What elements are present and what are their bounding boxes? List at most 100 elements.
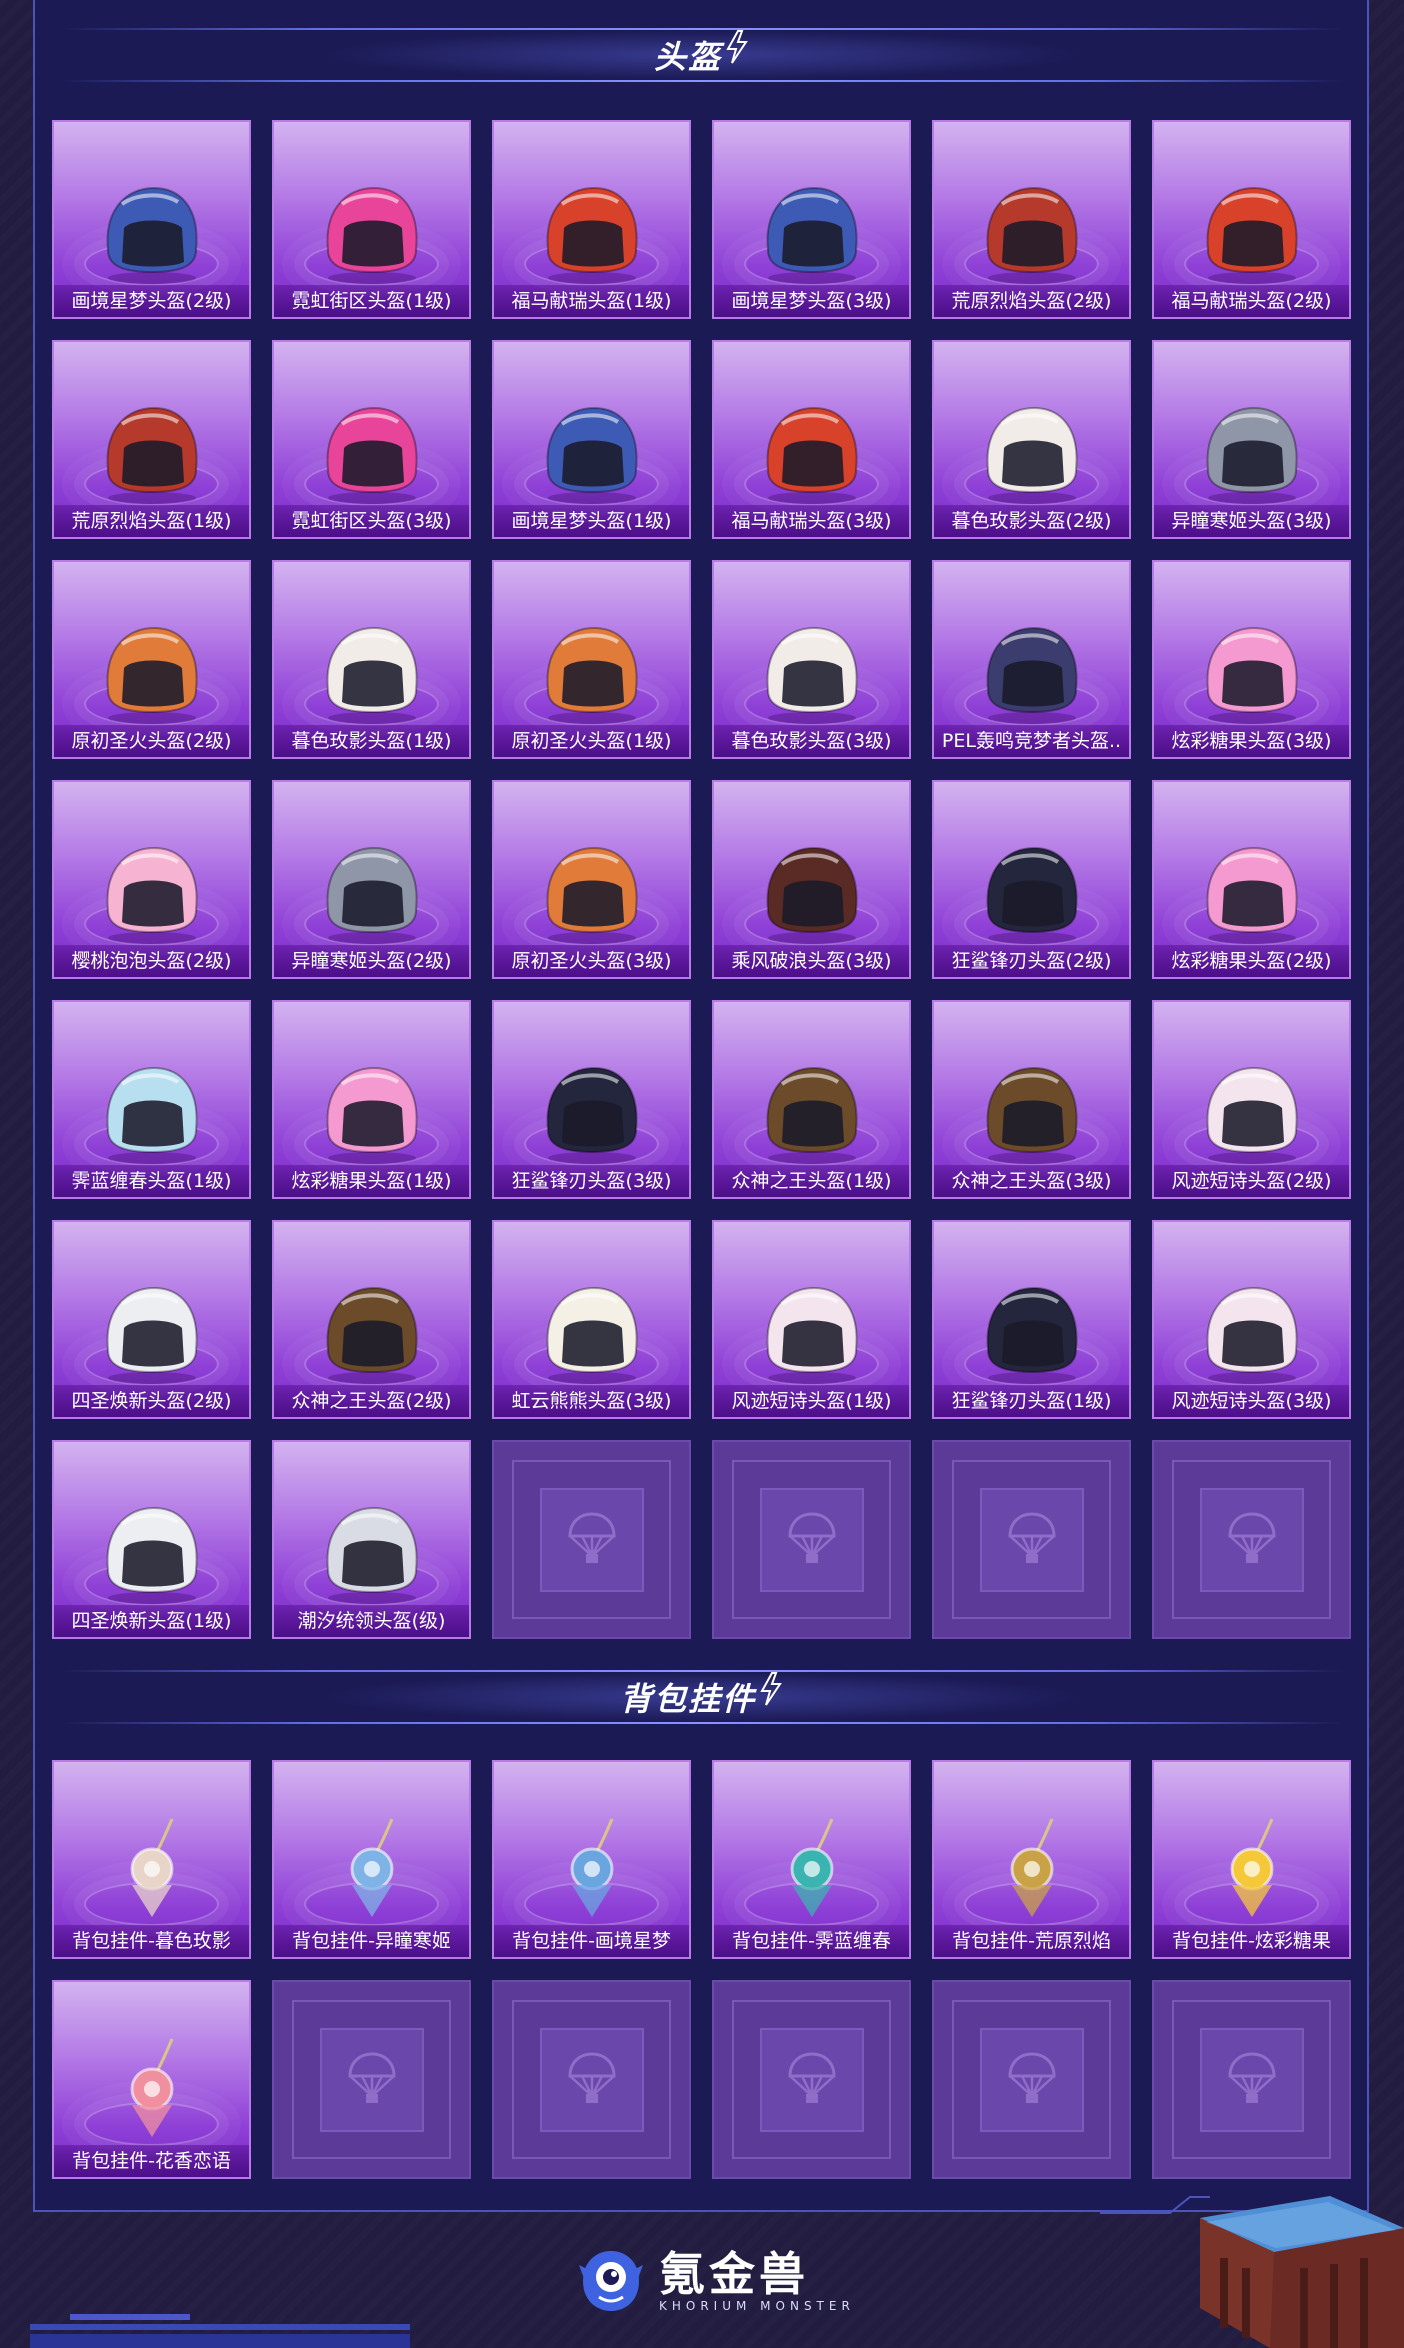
pendant-item-card[interactable]: 背包挂件-画境星梦 bbox=[492, 1760, 691, 1959]
item-name-label: 背包挂件-异瞳寒姬 bbox=[274, 1925, 469, 1957]
pendant-item-card[interactable]: 背包挂件-霁蓝缠春 bbox=[712, 1760, 911, 1959]
helmet-item-card[interactable]: 众神之王头盔(3级) bbox=[932, 1000, 1131, 1199]
helmet-icon bbox=[972, 398, 1092, 512]
helmet-item-card[interactable]: 风迹短诗头盔(2级) bbox=[1152, 1000, 1351, 1199]
airdrop-parachute-icon bbox=[564, 2050, 620, 2110]
monster-mascot-icon bbox=[579, 2251, 643, 2311]
helmet-item-card[interactable]: 荒原烈焰头盔(2级) bbox=[932, 120, 1131, 319]
lightning-icon bbox=[726, 30, 748, 64]
helmet-item-card[interactable]: 乘风破浪头盔(3级) bbox=[712, 780, 911, 979]
airdrop-parachute-icon bbox=[564, 1510, 620, 1570]
helmet-item-card[interactable]: 狂鲨锋刃头盔(2级) bbox=[932, 780, 1131, 979]
helmet-item-card[interactable]: 虹云熊熊头盔(3级) bbox=[492, 1220, 691, 1419]
item-name-label: 四圣焕新头盔(1级) bbox=[54, 1605, 249, 1637]
helmet-item-card[interactable]: 暮色玫影头盔(2级) bbox=[932, 340, 1131, 539]
brand-logo[interactable]: 氪金兽 KHORIUM MONSTER bbox=[575, 2245, 855, 2317]
helmet-item-card[interactable]: 福马献瑞头盔(2级) bbox=[1152, 120, 1351, 319]
helmet-icon bbox=[752, 838, 872, 952]
helmet-item-card[interactable]: 原初圣火头盔(2级) bbox=[52, 560, 251, 759]
helmet-item-card[interactable]: 荒原烈焰头盔(1级) bbox=[52, 340, 251, 539]
helmet-item-card[interactable]: 众神之王头盔(1级) bbox=[712, 1000, 911, 1199]
pendant-item-card[interactable]: 背包挂件-暮色玫影 bbox=[52, 1760, 251, 1959]
helmet-item-card[interactable]: 异瞳寒姬头盔(3级) bbox=[1152, 340, 1351, 539]
helmet-icon bbox=[92, 178, 212, 292]
helmet-icon bbox=[312, 618, 432, 732]
item-name-label: PEL轰鸣竞梦者头盔.. bbox=[934, 725, 1129, 757]
helmet-icon bbox=[312, 838, 432, 952]
helmet-item-card[interactable]: 炫彩糖果头盔(2级) bbox=[1152, 780, 1351, 979]
pendant-item-card[interactable]: 背包挂件-炫彩糖果 bbox=[1152, 1760, 1351, 1959]
item-name-label: 众神之王头盔(3级) bbox=[934, 1165, 1129, 1197]
helmet-item-card[interactable]: 画境星梦头盔(3级) bbox=[712, 120, 911, 319]
helmet-icon bbox=[532, 178, 652, 292]
item-name-label: 异瞳寒姬头盔(3级) bbox=[1154, 505, 1349, 537]
header-divider bbox=[60, 1722, 1344, 1724]
helmet-icon bbox=[1192, 838, 1312, 952]
item-name-label: 樱桃泡泡头盔(2级) bbox=[54, 945, 249, 977]
helmet-item-card[interactable]: 众神之王头盔(2级) bbox=[272, 1220, 471, 1419]
helmet-icon bbox=[312, 1498, 432, 1612]
helmet-item-card[interactable]: 暮色玫影头盔(1级) bbox=[272, 560, 471, 759]
helmet-item-card[interactable]: 福马献瑞头盔(3级) bbox=[712, 340, 911, 539]
backpack-pendant-icon bbox=[92, 1813, 212, 1937]
backpack-pendant-icon bbox=[972, 1813, 1092, 1937]
backpack-pendant-icon bbox=[532, 1813, 652, 1937]
helmet-item-card[interactable]: 风迹短诗头盔(1级) bbox=[712, 1220, 911, 1419]
backpack-pendant-icon bbox=[92, 2033, 212, 2157]
item-name-label: 暮色玫影头盔(3级) bbox=[714, 725, 909, 757]
backpack-pendant-icon bbox=[752, 1813, 872, 1937]
helmet-item-card[interactable]: 霓虹街区头盔(3级) bbox=[272, 340, 471, 539]
helmet-item-card[interactable]: 暮色玫影头盔(3级) bbox=[712, 560, 911, 759]
helmet-item-card[interactable]: 福马献瑞头盔(1级) bbox=[492, 120, 691, 319]
airdrop-parachute-icon bbox=[784, 1510, 840, 1570]
pendant-item-card[interactable]: 背包挂件-花香恋语 bbox=[52, 1980, 251, 2179]
helmet-item-card[interactable]: 原初圣火头盔(1级) bbox=[492, 560, 691, 759]
airdrop-parachute-icon bbox=[784, 2050, 840, 2110]
airdrop-parachute-icon bbox=[1224, 1510, 1280, 1570]
item-name-label: 众神之王头盔(1级) bbox=[714, 1165, 909, 1197]
helmet-item-card[interactable]: 炫彩糖果头盔(3级) bbox=[1152, 560, 1351, 759]
item-name-label: 虹云熊熊头盔(3级) bbox=[494, 1385, 689, 1417]
helmet-item-card[interactable]: 画境星梦头盔(1级) bbox=[492, 340, 691, 539]
helmet-item-card[interactable]: 异瞳寒姬头盔(2级) bbox=[272, 780, 471, 979]
helmet-item-card[interactable]: 潮汐统领头盔(级) bbox=[272, 1440, 471, 1639]
pendant-section-header: 背包挂件 bbox=[60, 1666, 1344, 1728]
item-name-label: 风迹短诗头盔(1级) bbox=[714, 1385, 909, 1417]
item-name-label: 原初圣火头盔(3级) bbox=[494, 945, 689, 977]
helmet-item-card[interactable]: 樱桃泡泡头盔(2级) bbox=[52, 780, 251, 979]
item-name-label: 炫彩糖果头盔(1级) bbox=[274, 1165, 469, 1197]
pendant-grid: 背包挂件-暮色玫影 背包挂件-异瞳寒姬 背包挂件-画境星梦 背包挂件-霁蓝缠春 背包挂件… bbox=[52, 1760, 1351, 2179]
pendant-item-card[interactable]: 背包挂件-异瞳寒姬 bbox=[272, 1760, 471, 1959]
brand-name-cn: 氪金兽 bbox=[659, 2247, 809, 2301]
helmet-icon bbox=[532, 1058, 652, 1172]
item-name-label: 霓虹街区头盔(1级) bbox=[274, 285, 469, 317]
helmet-grid: 画境星梦头盔(2级) 霓虹街区头盔(1级) 福马献瑞头盔(1级) 画境星梦头盔(3级)… bbox=[52, 120, 1351, 1639]
helmet-item-card[interactable]: 风迹短诗头盔(3级) bbox=[1152, 1220, 1351, 1419]
helmet-item-card[interactable]: 狂鲨锋刃头盔(3级) bbox=[492, 1000, 691, 1199]
helmet-icon bbox=[312, 1278, 432, 1392]
header-divider bbox=[60, 80, 1344, 82]
helmet-item-card[interactable]: 霓虹街区头盔(1级) bbox=[272, 120, 471, 319]
helmet-item-card[interactable]: PEL轰鸣竞梦者头盔.. bbox=[932, 560, 1131, 759]
helmet-icon bbox=[312, 178, 432, 292]
item-name-label: 狂鲨锋刃头盔(3级) bbox=[494, 1165, 689, 1197]
helmet-item-card[interactable]: 四圣焕新头盔(1级) bbox=[52, 1440, 251, 1639]
helmet-icon bbox=[972, 178, 1092, 292]
helmet-item-card[interactable]: 画境星梦头盔(2级) bbox=[52, 120, 251, 319]
helmet-item-card[interactable]: 炫彩糖果头盔(1级) bbox=[272, 1000, 471, 1199]
empty-item-slot bbox=[712, 1980, 911, 2179]
helmet-item-card[interactable]: 狂鲨锋刃头盔(1级) bbox=[932, 1220, 1131, 1419]
item-name-label: 荒原烈焰头盔(2级) bbox=[934, 285, 1129, 317]
pendant-item-card[interactable]: 背包挂件-荒原烈焰 bbox=[932, 1760, 1131, 1959]
item-name-label: 荒原烈焰头盔(1级) bbox=[54, 505, 249, 537]
helmet-item-card[interactable]: 四圣焕新头盔(2级) bbox=[52, 1220, 251, 1419]
empty-item-slot bbox=[492, 1980, 691, 2179]
helmet-icon bbox=[532, 618, 652, 732]
helmet-item-card[interactable]: 原初圣火头盔(3级) bbox=[492, 780, 691, 979]
airdrop-parachute-icon bbox=[1224, 2050, 1280, 2110]
helmet-item-card[interactable]: 霁蓝缠春头盔(1级) bbox=[52, 1000, 251, 1199]
helmet-icon bbox=[92, 838, 212, 952]
item-name-label: 背包挂件-暮色玫影 bbox=[54, 1925, 249, 1957]
helmet-icon bbox=[92, 1498, 212, 1612]
item-name-label: 背包挂件-画境星梦 bbox=[494, 1925, 689, 1957]
